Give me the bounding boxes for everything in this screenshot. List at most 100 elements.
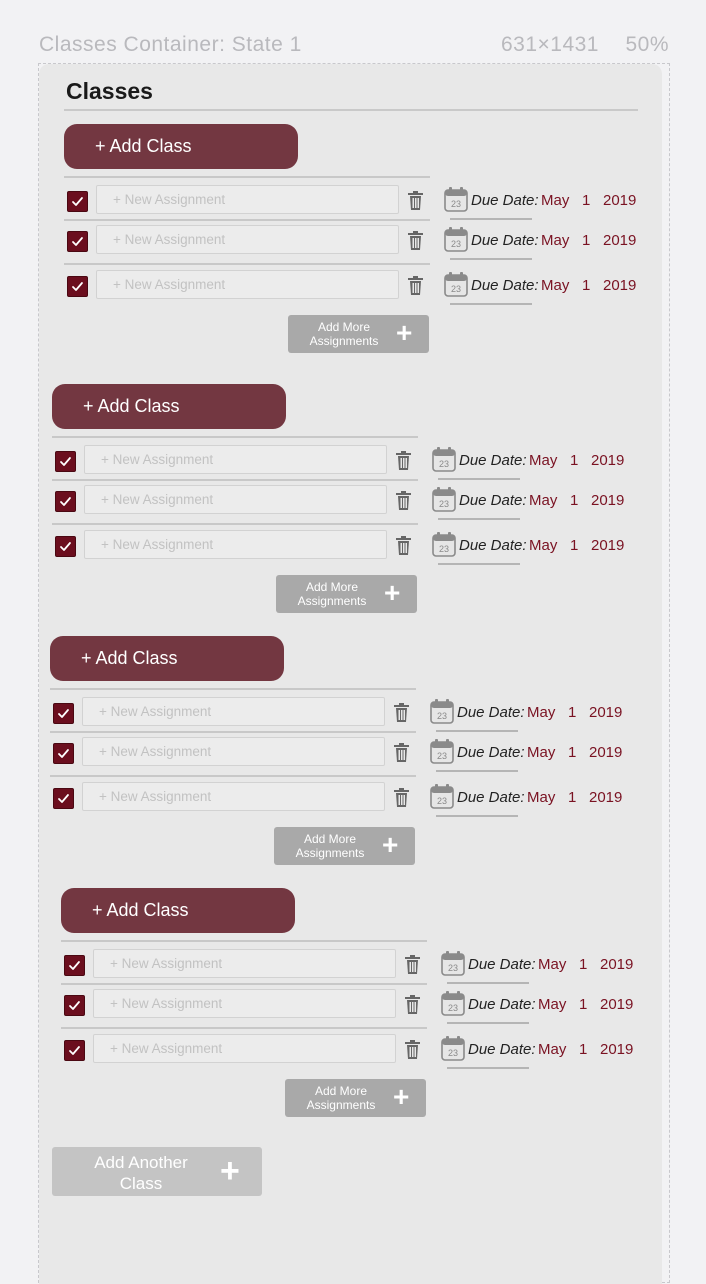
due-month-select[interactable]: May xyxy=(529,452,557,469)
assignment-checkbox[interactable] xyxy=(55,451,76,472)
due-day-select[interactable]: 1 xyxy=(579,956,587,973)
trash-icon[interactable] xyxy=(404,955,421,975)
calendar-icon[interactable]: 23 xyxy=(444,271,468,297)
add-class-button[interactable]: + Add Class xyxy=(50,636,284,681)
add-another-class-button[interactable]: Add Another Class + xyxy=(52,1147,262,1196)
due-day-select[interactable]: 1 xyxy=(579,1041,587,1058)
assignment-checkbox[interactable] xyxy=(64,1040,85,1061)
calendar-icon[interactable]: 23 xyxy=(430,738,454,764)
due-year-select[interactable]: 2019 xyxy=(591,452,624,469)
trash-icon[interactable] xyxy=(395,451,412,471)
assignment-checkbox[interactable] xyxy=(55,491,76,512)
calendar-icon[interactable]: 23 xyxy=(441,990,465,1016)
due-year-select[interactable]: 2019 xyxy=(603,232,636,249)
due-year-select[interactable]: 2019 xyxy=(603,192,636,209)
calendar-icon[interactable]: 23 xyxy=(432,486,456,512)
svg-text:23: 23 xyxy=(439,459,449,469)
due-month-select[interactable]: May xyxy=(541,277,569,294)
due-month-select[interactable]: May xyxy=(541,192,569,209)
due-day-select[interactable]: 1 xyxy=(582,277,590,294)
due-date-label: Due Date: xyxy=(459,452,527,469)
due-year-select[interactable]: 2019 xyxy=(591,537,624,554)
assignment-checkbox[interactable] xyxy=(67,231,88,252)
due-month-select[interactable]: May xyxy=(527,744,555,761)
due-year-select[interactable]: 2019 xyxy=(589,789,622,806)
trash-icon[interactable] xyxy=(395,536,412,556)
assignment-input[interactable]: + New Assignment xyxy=(93,949,396,978)
assignment-input[interactable]: + New Assignment xyxy=(84,485,387,514)
due-month-select[interactable]: May xyxy=(529,492,557,509)
assignment-input[interactable]: + New Assignment xyxy=(96,270,399,299)
due-day-select[interactable]: 1 xyxy=(582,192,590,209)
due-month-select[interactable]: May xyxy=(541,232,569,249)
due-year-select[interactable]: 2019 xyxy=(589,704,622,721)
due-day-select[interactable]: 1 xyxy=(568,789,576,806)
assignment-checkbox[interactable] xyxy=(53,743,74,764)
calendar-icon[interactable]: 23 xyxy=(441,1035,465,1061)
due-date-underline xyxy=(436,815,518,817)
assignment-checkbox[interactable] xyxy=(67,276,88,297)
due-year-select[interactable]: 2019 xyxy=(589,744,622,761)
due-month-select[interactable]: May xyxy=(527,704,555,721)
add-class-button[interactable]: + Add Class xyxy=(64,124,298,169)
due-year-select[interactable]: 2019 xyxy=(600,956,633,973)
assignment-input[interactable]: + New Assignment xyxy=(84,530,387,559)
assignment-checkbox[interactable] xyxy=(67,191,88,212)
add-more-assignments-button[interactable]: Add More Assignments + xyxy=(288,315,429,353)
add-class-button[interactable]: + Add Class xyxy=(52,384,286,429)
assignment-checkbox[interactable] xyxy=(64,955,85,976)
checkmark-icon xyxy=(60,457,71,466)
trash-icon[interactable] xyxy=(404,1040,421,1060)
due-month-select[interactable]: May xyxy=(538,996,566,1013)
due-year-select[interactable]: 2019 xyxy=(600,996,633,1013)
trash-icon[interactable] xyxy=(393,743,410,763)
add-more-assignments-button[interactable]: Add More Assignments + xyxy=(285,1079,426,1117)
calendar-icon[interactable]: 23 xyxy=(444,226,468,252)
add-more-assignments-button[interactable]: Add More Assignments + xyxy=(276,575,417,613)
due-day-select[interactable]: 1 xyxy=(570,537,578,554)
due-year-select[interactable]: 2019 xyxy=(591,492,624,509)
trash-icon[interactable] xyxy=(395,491,412,511)
assignment-checkbox[interactable] xyxy=(53,788,74,809)
calendar-icon[interactable]: 23 xyxy=(430,698,454,724)
due-day-select[interactable]: 1 xyxy=(570,452,578,469)
due-month-select[interactable]: May xyxy=(538,1041,566,1058)
add-class-button[interactable]: + Add Class xyxy=(61,888,295,933)
add-more-assignments-button[interactable]: Add More Assignments + xyxy=(274,827,415,865)
due-year-select[interactable]: 2019 xyxy=(603,277,636,294)
assignment-checkbox[interactable] xyxy=(64,995,85,1016)
due-day-select[interactable]: 1 xyxy=(582,232,590,249)
calendar-icon[interactable]: 23 xyxy=(432,446,456,472)
due-month-select[interactable]: May xyxy=(529,537,557,554)
canvas-zoom[interactable]: 50% xyxy=(625,33,669,57)
assignment-checkbox[interactable] xyxy=(53,703,74,724)
assignment-input[interactable]: + New Assignment xyxy=(84,445,387,474)
calendar-icon[interactable]: 23 xyxy=(444,186,468,212)
trash-icon[interactable] xyxy=(407,276,424,296)
calendar-icon[interactable]: 23 xyxy=(432,531,456,557)
add-more-assignments-label: Add More Assignments xyxy=(295,832,365,860)
assignment-input[interactable]: + New Assignment xyxy=(96,225,399,254)
trash-icon[interactable] xyxy=(407,231,424,251)
due-month-select[interactable]: May xyxy=(527,789,555,806)
assignment-input[interactable]: + New Assignment xyxy=(93,989,396,1018)
calendar-icon[interactable]: 23 xyxy=(430,783,454,809)
due-day-select[interactable]: 1 xyxy=(570,492,578,509)
trash-icon[interactable] xyxy=(393,788,410,808)
calendar-icon[interactable]: 23 xyxy=(441,950,465,976)
assignment-input[interactable]: + New Assignment xyxy=(82,737,385,766)
due-day-select[interactable]: 1 xyxy=(568,704,576,721)
due-month-select[interactable]: May xyxy=(538,956,566,973)
assignment-input[interactable]: + New Assignment xyxy=(82,782,385,811)
due-year-select[interactable]: 2019 xyxy=(600,1041,633,1058)
assignment-input[interactable]: + New Assignment xyxy=(96,185,399,214)
trash-icon[interactable] xyxy=(393,703,410,723)
svg-text:23: 23 xyxy=(439,499,449,509)
assignment-checkbox[interactable] xyxy=(55,536,76,557)
assignment-input[interactable]: + New Assignment xyxy=(93,1034,396,1063)
due-day-select[interactable]: 1 xyxy=(568,744,576,761)
assignment-input[interactable]: + New Assignment xyxy=(82,697,385,726)
trash-icon[interactable] xyxy=(404,995,421,1015)
trash-icon[interactable] xyxy=(407,191,424,211)
due-day-select[interactable]: 1 xyxy=(579,996,587,1013)
